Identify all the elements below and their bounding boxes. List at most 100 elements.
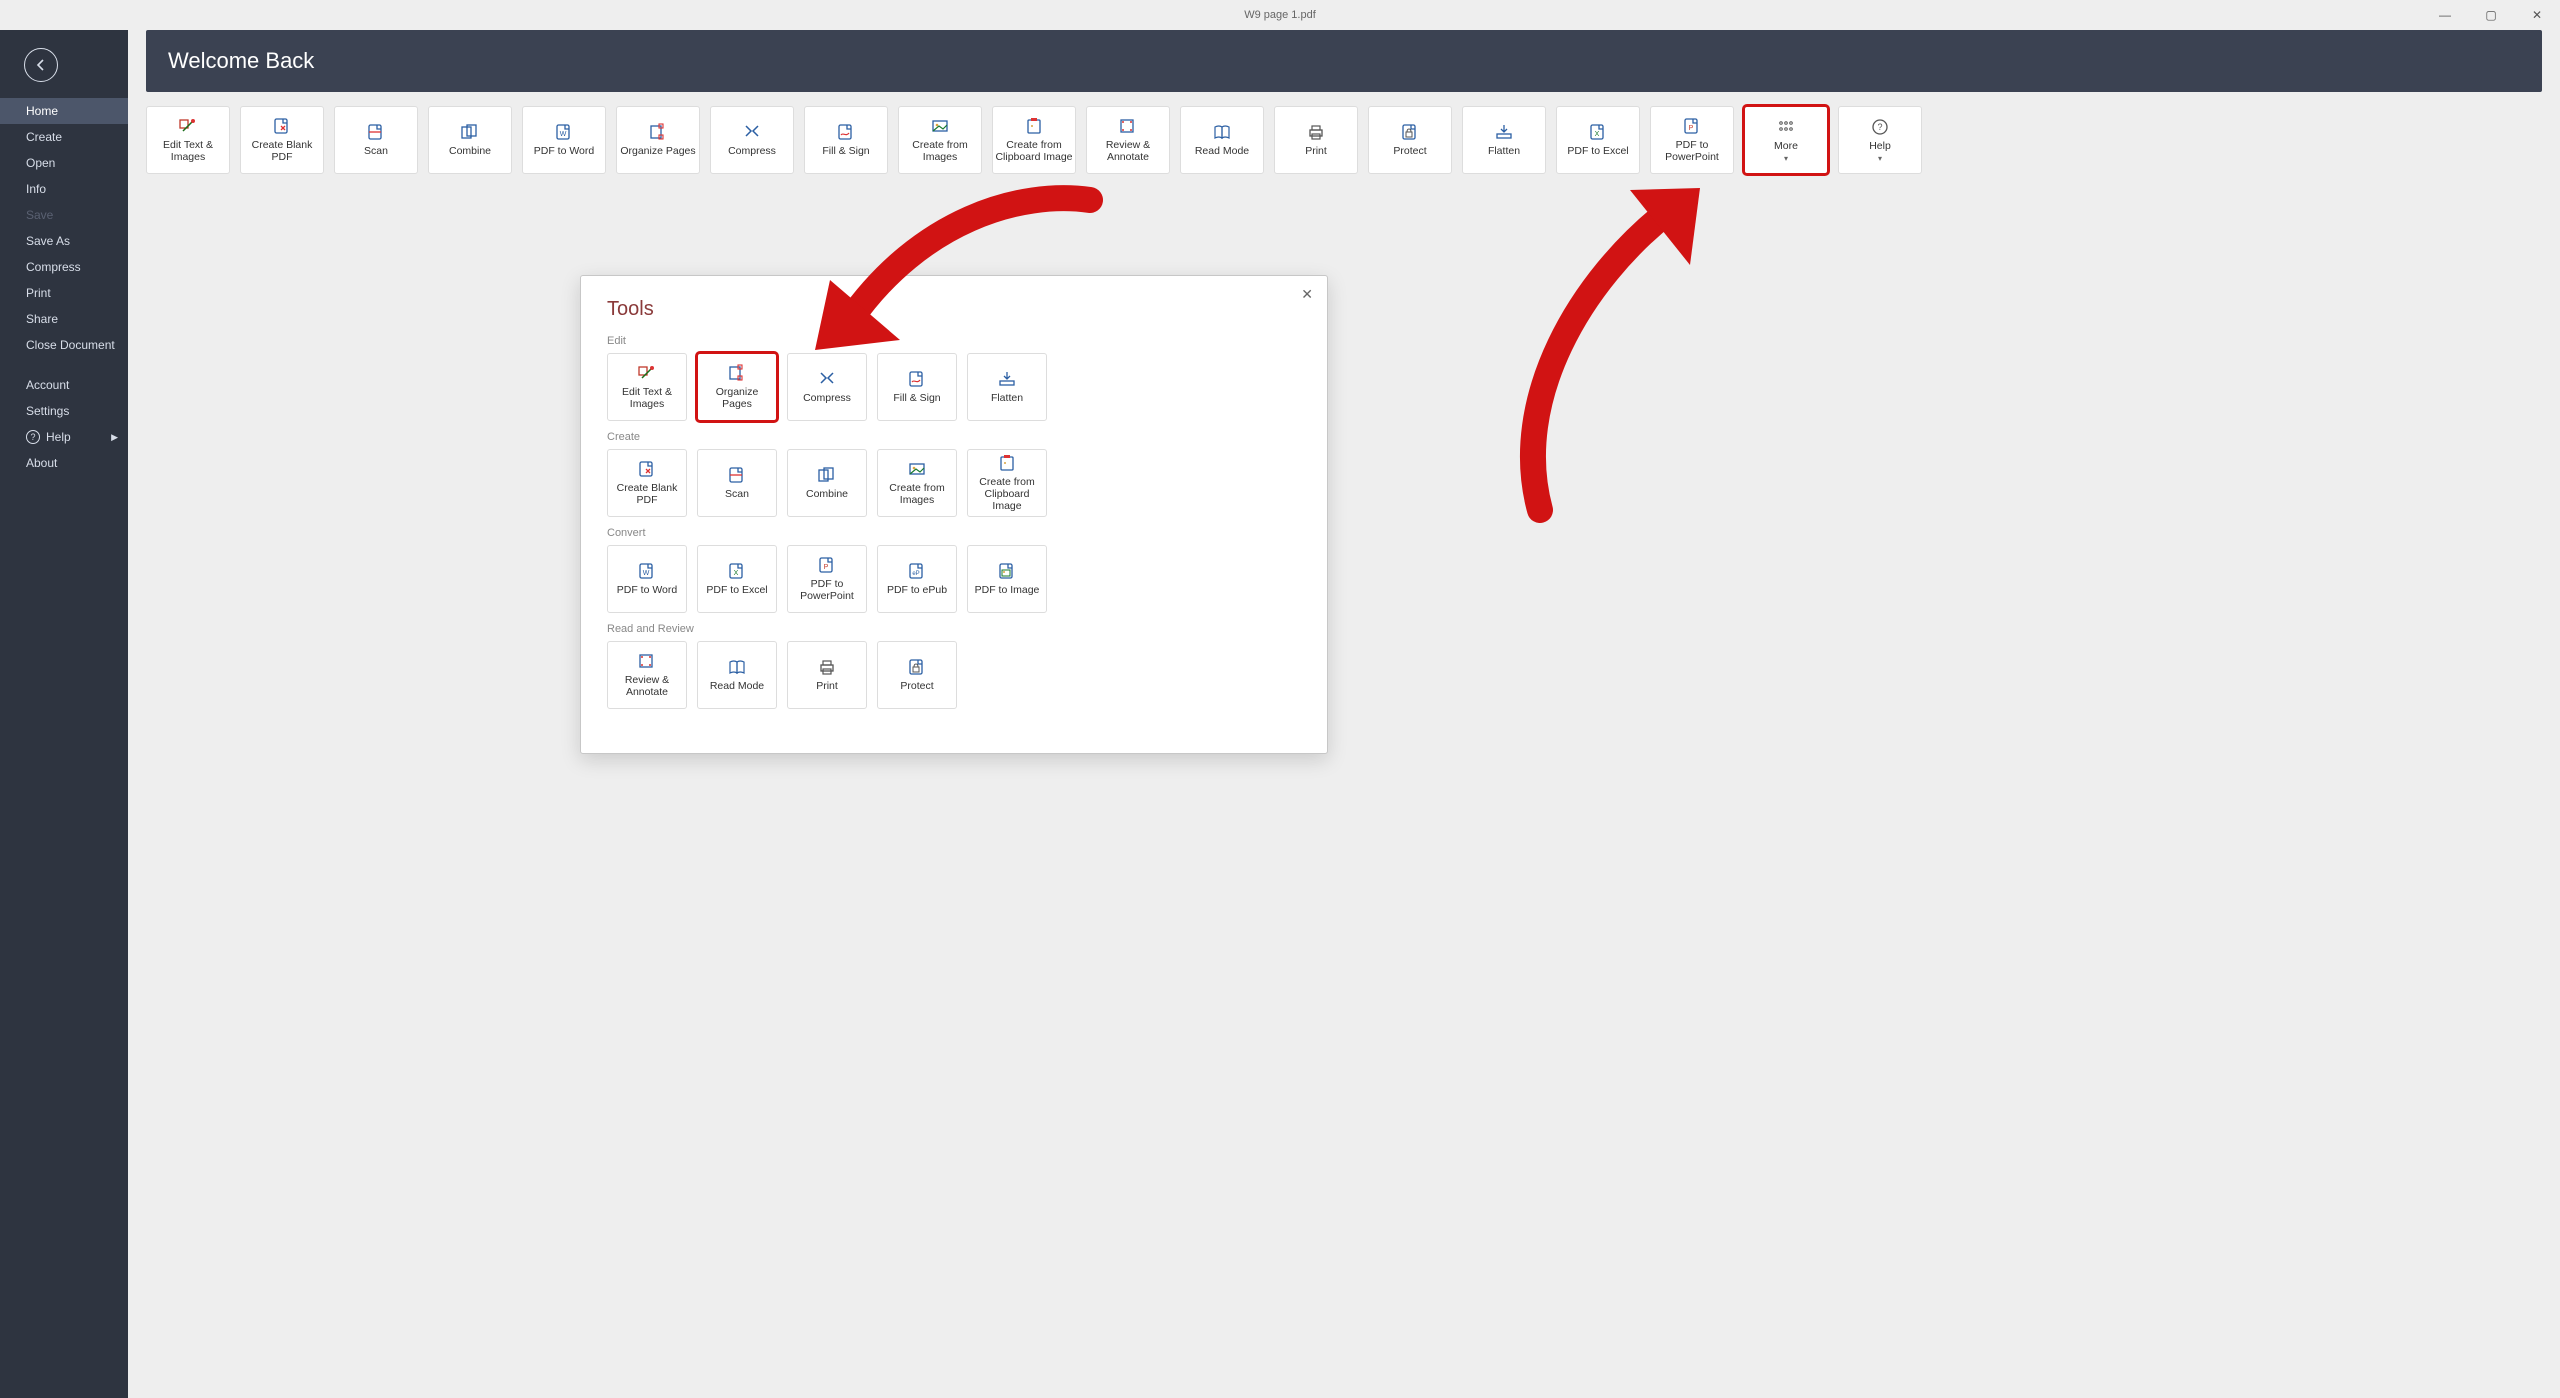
toolbar-tile-create-from-clipboard-image[interactable]: Create from Clipboard Image bbox=[992, 106, 1076, 174]
toolbar-tile-organize-pages[interactable]: Organize Pages bbox=[616, 106, 700, 174]
dialog-tile-create-blank-pdf[interactable]: Create Blank PDF bbox=[607, 449, 687, 517]
tile-label: PDF to Word bbox=[617, 584, 678, 596]
tile-label: Scan bbox=[364, 145, 388, 157]
toolbar-tile-compress[interactable]: Compress bbox=[710, 106, 794, 174]
dialog-tile-create-from-clipboard-image[interactable]: Create from Clipboard Image bbox=[967, 449, 1047, 517]
pdf-to-epub-icon: eP bbox=[907, 562, 927, 580]
toolbar-tile-fill-sign[interactable]: Fill & Sign bbox=[804, 106, 888, 174]
combine-icon bbox=[817, 466, 837, 484]
toolbar-tile-edit-text-images[interactable]: Edit Text & Images bbox=[146, 106, 230, 174]
dialog-tile-review-annotate[interactable]: Review & Annotate bbox=[607, 641, 687, 709]
dialog-close-button[interactable]: ✕ bbox=[1301, 286, 1313, 303]
sidebar-item-share[interactable]: Share bbox=[0, 306, 128, 332]
fill-sign-icon bbox=[907, 370, 927, 388]
svg-text:W: W bbox=[643, 570, 650, 577]
toolbar-tile-combine[interactable]: Combine bbox=[428, 106, 512, 174]
dialog-tile-pdf-to-powerpoint[interactable]: P PDF to PowerPoint bbox=[787, 545, 867, 613]
tile-label: Compress bbox=[803, 392, 851, 404]
pdf-to-word-icon: W bbox=[637, 562, 657, 580]
compress-icon bbox=[742, 123, 762, 141]
dialog-title: Tools bbox=[607, 298, 1301, 321]
compress-icon bbox=[817, 370, 837, 388]
tile-label: Protect bbox=[1393, 145, 1426, 157]
tile-label: Review & Annotate bbox=[610, 674, 684, 698]
tile-label: Combine bbox=[806, 488, 848, 500]
window-controls: — ▢ ✕ bbox=[2422, 0, 2560, 30]
sidebar-item-info[interactable]: Info bbox=[0, 176, 128, 202]
scan-icon bbox=[366, 123, 386, 141]
top-toolbar: Edit Text & Images Create Blank PDF Scan… bbox=[146, 106, 2542, 174]
sidebar-item-settings[interactable]: Settings bbox=[0, 398, 128, 424]
toolbar-tile-read-mode[interactable]: Read Mode bbox=[1180, 106, 1264, 174]
dialog-tile-edit-text-images[interactable]: Edit Text & Images bbox=[607, 353, 687, 421]
dialog-tile-flatten[interactable]: Flatten bbox=[967, 353, 1047, 421]
tile-label: Read Mode bbox=[1195, 145, 1249, 157]
toolbar-tile-flatten[interactable]: Flatten bbox=[1462, 106, 1546, 174]
svg-text:P: P bbox=[824, 564, 829, 571]
pdf-to-excel-icon: X bbox=[1588, 123, 1608, 141]
tile-label: Organize Pages bbox=[620, 145, 695, 157]
scan-icon bbox=[727, 466, 747, 484]
tile-label: Create from Images bbox=[901, 139, 979, 163]
dialog-tile-print[interactable]: Print bbox=[787, 641, 867, 709]
sidebar-item-save-as[interactable]: Save As bbox=[0, 228, 128, 254]
dialog-tile-pdf-to-excel[interactable]: X PDF to Excel bbox=[697, 545, 777, 613]
tile-label: Edit Text & Images bbox=[149, 139, 227, 163]
tile-label: Read Mode bbox=[710, 680, 764, 692]
toolbar-tile-create-blank-pdf[interactable]: Create Blank PDF bbox=[240, 106, 324, 174]
toolbar-tile-help[interactable]: ? Help▾ bbox=[1838, 106, 1922, 174]
toolbar-tile-protect[interactable]: Protect bbox=[1368, 106, 1452, 174]
create-from-clipboard-icon bbox=[1024, 117, 1044, 135]
minimize-button[interactable]: — bbox=[2422, 0, 2468, 30]
banner-title: Welcome Back bbox=[168, 48, 314, 74]
tile-label: More bbox=[1774, 140, 1798, 152]
toolbar-tile-more[interactable]: More ▾ bbox=[1744, 106, 1828, 174]
maximize-button[interactable]: ▢ bbox=[2468, 0, 2514, 30]
edit-text-images-icon bbox=[178, 117, 198, 135]
sidebar-item-compress[interactable]: Compress bbox=[0, 254, 128, 280]
tile-label: PDF to ePub bbox=[887, 584, 947, 596]
sidebar-item-close-document[interactable]: Close Document bbox=[0, 332, 128, 358]
svg-text:X: X bbox=[734, 570, 739, 577]
dialog-tile-fill-sign[interactable]: Fill & Sign bbox=[877, 353, 957, 421]
toolbar-tile-print[interactable]: Print bbox=[1274, 106, 1358, 174]
tile-label: Flatten bbox=[1488, 145, 1520, 157]
chevron-down-icon: ▾ bbox=[1784, 154, 1788, 163]
sidebar-item-print[interactable]: Print bbox=[0, 280, 128, 306]
dialog-tile-create-from-images[interactable]: Create from Images bbox=[877, 449, 957, 517]
dialog-tile-read-mode[interactable]: Read Mode bbox=[697, 641, 777, 709]
dialog-tile-pdf-to-word[interactable]: W PDF to Word bbox=[607, 545, 687, 613]
toolbar-tile-create-from-images[interactable]: Create from Images bbox=[898, 106, 982, 174]
help-icon: ? bbox=[1870, 118, 1890, 136]
back-icon[interactable] bbox=[24, 48, 58, 82]
toolbar-tile-pdf-to-powerpoint[interactable]: P PDF to PowerPoint bbox=[1650, 106, 1734, 174]
dialog-tile-protect[interactable]: Protect bbox=[877, 641, 957, 709]
close-window-button[interactable]: ✕ bbox=[2514, 0, 2560, 30]
toolbar-tile-pdf-to-word[interactable]: W PDF to Word bbox=[522, 106, 606, 174]
tile-label: PDF to Image bbox=[975, 584, 1040, 596]
dialog-tile-compress[interactable]: Compress bbox=[787, 353, 867, 421]
sidebar-item-about[interactable]: About bbox=[0, 450, 128, 476]
sidebar-item-account[interactable]: Account bbox=[0, 372, 128, 398]
sidebar-item-open[interactable]: Open bbox=[0, 150, 128, 176]
help-circle-icon: ? bbox=[26, 430, 40, 444]
dialog-tile-scan[interactable]: Scan bbox=[697, 449, 777, 517]
tools-dialog: ✕ Tools Edit Edit Text & Images Organize… bbox=[580, 275, 1328, 754]
dialog-tile-pdf-to-epub[interactable]: eP PDF to ePub bbox=[877, 545, 957, 613]
sidebar-item-home[interactable]: Home bbox=[0, 98, 128, 124]
tile-label: PDF to PowerPoint bbox=[790, 578, 864, 602]
dialog-section-label: Edit bbox=[607, 335, 1301, 347]
create-from-clipboard-icon bbox=[997, 454, 1017, 472]
svg-text:X: X bbox=[1595, 131, 1600, 138]
toolbar-tile-pdf-to-excel[interactable]: X PDF to Excel bbox=[1556, 106, 1640, 174]
svg-text:W: W bbox=[560, 131, 567, 138]
tile-label: Fill & Sign bbox=[893, 392, 940, 404]
dialog-tile-pdf-to-image[interactable]: PDF to Image bbox=[967, 545, 1047, 613]
dialog-tile-combine[interactable]: Combine bbox=[787, 449, 867, 517]
sidebar-item-help[interactable]: ?Help▶ bbox=[0, 424, 128, 450]
toolbar-tile-scan[interactable]: Scan bbox=[334, 106, 418, 174]
toolbar-tile-review-annotate[interactable]: Review & Annotate bbox=[1086, 106, 1170, 174]
sidebar-item-create[interactable]: Create bbox=[0, 124, 128, 150]
dialog-tile-organize-pages[interactable]: Organize Pages bbox=[697, 353, 777, 421]
flatten-icon bbox=[1494, 123, 1514, 141]
